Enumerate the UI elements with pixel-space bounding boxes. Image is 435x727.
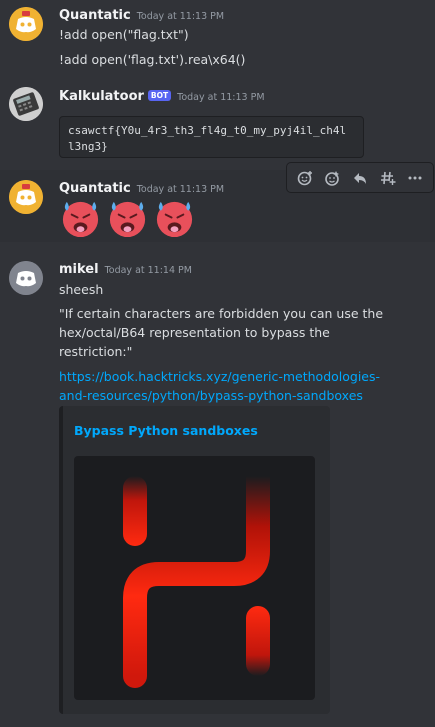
author-label[interactable]: Quantatic bbox=[59, 8, 131, 23]
avatar[interactable] bbox=[9, 7, 43, 41]
link-embed: Bypass Python sandboxes bbox=[59, 406, 330, 714]
embed-image[interactable] bbox=[74, 456, 315, 700]
message-text: hex/octal/B64 representation to bypass t… bbox=[59, 325, 330, 340]
more-icon bbox=[408, 176, 422, 179]
message-action-toolbar bbox=[286, 162, 434, 193]
author-name[interactable]: Kalkulatoor BOT Today at 11:13 PM bbox=[59, 89, 265, 104]
author-label[interactable]: Quantatic bbox=[59, 181, 131, 196]
reply-icon bbox=[353, 172, 366, 184]
create-thread-button[interactable] bbox=[376, 166, 400, 190]
hot-sweat-face-icon[interactable] bbox=[153, 196, 196, 239]
code-line: csawctf{Y0u_4r3_th3_fl4g_t0_my_pyj4il_ch… bbox=[68, 124, 347, 137]
bot-badge: BOT bbox=[147, 90, 172, 101]
hot-sweat-face-icon[interactable] bbox=[106, 196, 149, 239]
avatar[interactable] bbox=[9, 261, 43, 295]
add-reaction-button[interactable] bbox=[293, 166, 317, 190]
create-thread-icon bbox=[380, 171, 396, 185]
add-reaction-icon bbox=[297, 170, 312, 185]
discord-logo-icon bbox=[9, 7, 43, 41]
hot-sweat-face-icon[interactable] bbox=[59, 196, 102, 239]
discord-logo-icon bbox=[9, 261, 43, 295]
avatar[interactable] bbox=[9, 180, 43, 214]
calculator-icon bbox=[9, 87, 43, 121]
super-reaction-button[interactable] bbox=[320, 166, 344, 190]
more-button[interactable] bbox=[403, 166, 427, 190]
code-block: csawctf{Y0u_4r3_th3_fl4g_t0_my_pyj4il_ch… bbox=[59, 116, 364, 158]
discord-logo-icon bbox=[9, 180, 43, 214]
author-name[interactable]: Quantatic Today at 11:13 PM bbox=[59, 181, 224, 196]
timestamp: Today at 11:13 PM bbox=[136, 184, 225, 195]
message-text: sheesh bbox=[59, 282, 104, 297]
super-reaction-icon bbox=[325, 170, 340, 186]
timestamp: Today at 11:14 PM bbox=[104, 265, 192, 276]
message-link[interactable]: and-resources/python/bypass-python-sandb… bbox=[59, 388, 363, 403]
emoji-row bbox=[59, 196, 196, 239]
message-text: "If certain characters are forbidden you… bbox=[59, 306, 384, 321]
message-text: !add open('flag.txt').rea\x64() bbox=[59, 52, 246, 67]
embed-title[interactable]: Bypass Python sandboxes bbox=[74, 423, 258, 438]
code-line: l3ng3} bbox=[68, 140, 108, 153]
author-name[interactable]: Quantatic Today at 11:13 PM bbox=[59, 8, 224, 23]
hacktricks-logo-icon bbox=[123, 464, 270, 688]
reply-button[interactable] bbox=[348, 166, 372, 190]
message-text: restriction:" bbox=[59, 344, 133, 359]
message-link[interactable]: https://book.hacktricks.xyz/generic-meth… bbox=[59, 369, 380, 384]
timestamp: Today at 11:13 PM bbox=[136, 11, 225, 22]
author-name[interactable]: mikel Today at 11:14 PM bbox=[59, 262, 192, 277]
avatar[interactable] bbox=[9, 87, 43, 121]
message-text: !add open("flag.txt") bbox=[59, 27, 189, 42]
author-label[interactable]: mikel bbox=[59, 262, 99, 277]
author-label[interactable]: Kalkulatoor bbox=[59, 89, 144, 104]
timestamp: Today at 11:13 PM bbox=[177, 92, 265, 103]
